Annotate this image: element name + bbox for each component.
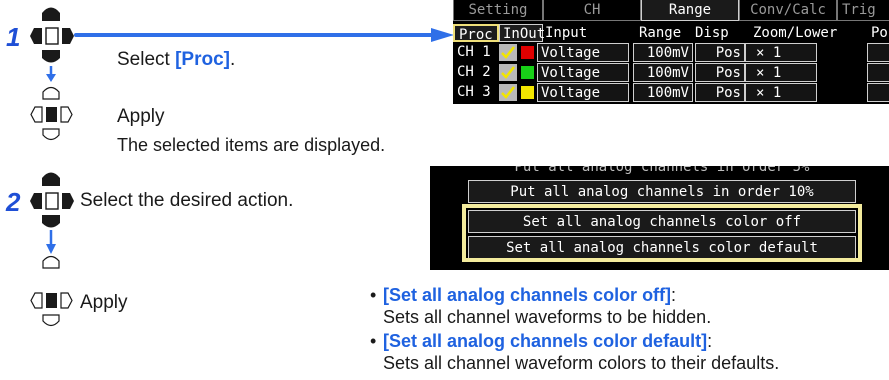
disp-header: Disp <box>695 25 729 41</box>
channel-3-pos[interactable] <box>867 83 889 102</box>
check-icon <box>501 86 515 99</box>
inout-header: InOut <box>499 24 545 42</box>
dpad-up-icon <box>42 7 60 21</box>
channel-row-1: CH 1 Voltage 100mV Pos × 1 <box>453 43 889 63</box>
step-1-instruction: Select [Proc]. <box>117 49 236 70</box>
channel-2-range[interactable]: 100mV <box>633 63 693 82</box>
column-headers: Proc InOut Input Range Disp Zoom/Lower P… <box>453 24 889 43</box>
channel-label: CH 1 <box>457 44 491 60</box>
dpad-filled-center-icon <box>46 107 57 122</box>
tab-conv-calc[interactable]: Conv/Calc <box>739 0 837 21</box>
dpad-left-icon-2 <box>30 193 42 209</box>
dpad-outline-left-icon <box>30 106 43 123</box>
range-settings-screen: Setting CH Range Conv/Calc Trig Proc InO… <box>453 0 889 104</box>
tab-ch[interactable]: CH <box>543 0 641 21</box>
step-1-apply: Apply <box>117 106 165 127</box>
tab-setting[interactable]: Setting <box>453 0 543 21</box>
menu-item-order-5[interactable]: Put all analog channels in order 5% <box>468 166 856 179</box>
channel-row-3: CH 3 Voltage 100mV Pos × 1 <box>453 83 889 103</box>
input-header: Input <box>545 25 588 41</box>
dpad-down-icon <box>42 50 60 63</box>
channel-2-pos[interactable] <box>867 63 889 82</box>
pos-header: Po <box>871 25 888 41</box>
channel-row-2: CH 2 Voltage 100mV Pos × 1 <box>453 63 889 83</box>
bullet-2-desc: Sets all channel waveform colors to thei… <box>383 353 780 373</box>
channel-3-checkbox[interactable] <box>499 84 517 101</box>
zoom-header: Zoom/Lower <box>753 25 838 41</box>
menu-item-order-10[interactable]: Put all analog channels in order 10% <box>468 180 856 203</box>
channel-2-color-swatch[interactable] <box>521 66 534 79</box>
dpad-outline-up-icon <box>42 86 60 100</box>
analog-channel-action-menu: Put all analog channels in order 5% Put … <box>430 166 889 270</box>
dpad-filled-center-icon-2 <box>46 293 57 308</box>
tab-trig[interactable]: Trig <box>837 0 889 21</box>
step-1-number: 1 <box>6 22 21 52</box>
channel-3-disp[interactable]: Pos <box>695 83 745 102</box>
channel-3-input[interactable]: Voltage <box>537 83 629 102</box>
channel-3-zoom[interactable]: × 1 <box>745 83 817 102</box>
step-2-number: 2 <box>6 187 21 217</box>
proc-link: [Proc] <box>175 49 230 70</box>
dpad-right-icon-2 <box>62 193 74 209</box>
dpad-outline-down-icon-2 <box>42 314 60 327</box>
range-header: Range <box>639 25 682 41</box>
channel-1-color-swatch[interactable] <box>521 46 534 59</box>
dpad-down-icon-2 <box>42 215 60 228</box>
channel-1-zoom[interactable]: × 1 <box>745 43 817 62</box>
dpad-outline-down-icon <box>42 128 60 141</box>
check-icon <box>501 46 515 59</box>
channel-3-range[interactable]: 100mV <box>633 83 693 102</box>
channel-2-checkbox[interactable] <box>499 64 517 81</box>
tab-range[interactable]: Range <box>641 0 739 21</box>
channel-1-pos[interactable] <box>867 43 889 62</box>
channel-3-color-swatch[interactable] <box>521 86 534 99</box>
dpad-left-icon <box>30 28 42 44</box>
dpad-up-icon-2 <box>42 172 60 186</box>
proc-header[interactable]: Proc <box>453 24 499 43</box>
dpad-outline-up-icon-2 <box>42 255 60 269</box>
channel-label: CH 3 <box>457 84 491 100</box>
channel-1-checkbox[interactable] <box>499 44 517 61</box>
channel-label: CH 2 <box>457 64 491 80</box>
tab-bar: Setting CH Range Conv/Calc Trig <box>453 0 889 22</box>
channel-1-range[interactable]: 100mV <box>633 43 693 62</box>
dpad-center-icon <box>45 27 59 45</box>
step-2-apply: Apply <box>80 292 128 313</box>
channel-2-input[interactable]: Voltage <box>537 63 629 82</box>
channel-2-zoom[interactable]: × 1 <box>745 63 817 82</box>
dpad-center-icon-2 <box>45 192 59 210</box>
step-2-instruction: Select the desired action. <box>80 190 294 211</box>
down-arrow-icon-2 <box>46 230 56 254</box>
channel-1-input[interactable]: Voltage <box>537 43 629 62</box>
bullet-1-desc: Sets all channel waveforms to be hidden. <box>383 307 712 327</box>
channel-1-disp[interactable]: Pos <box>695 43 745 62</box>
bullet-1-title: [Set all analog channels color off] <box>383 285 672 305</box>
dpad-outline-right-icon <box>60 106 73 123</box>
channel-2-disp[interactable]: Pos <box>695 63 745 82</box>
pointer-arrow-icon <box>74 28 454 42</box>
bullet-2-title: [Set all analog channels color default] <box>383 331 708 351</box>
step-1-note: The selected items are displayed. <box>117 135 386 155</box>
selection-highlight <box>462 204 862 262</box>
dpad-outline-left-icon-2 <box>30 292 43 309</box>
dpad-right-icon <box>62 28 74 44</box>
dpad-outline-right-icon-2 <box>60 292 73 309</box>
down-arrow-icon <box>46 66 56 82</box>
check-icon <box>501 66 515 79</box>
